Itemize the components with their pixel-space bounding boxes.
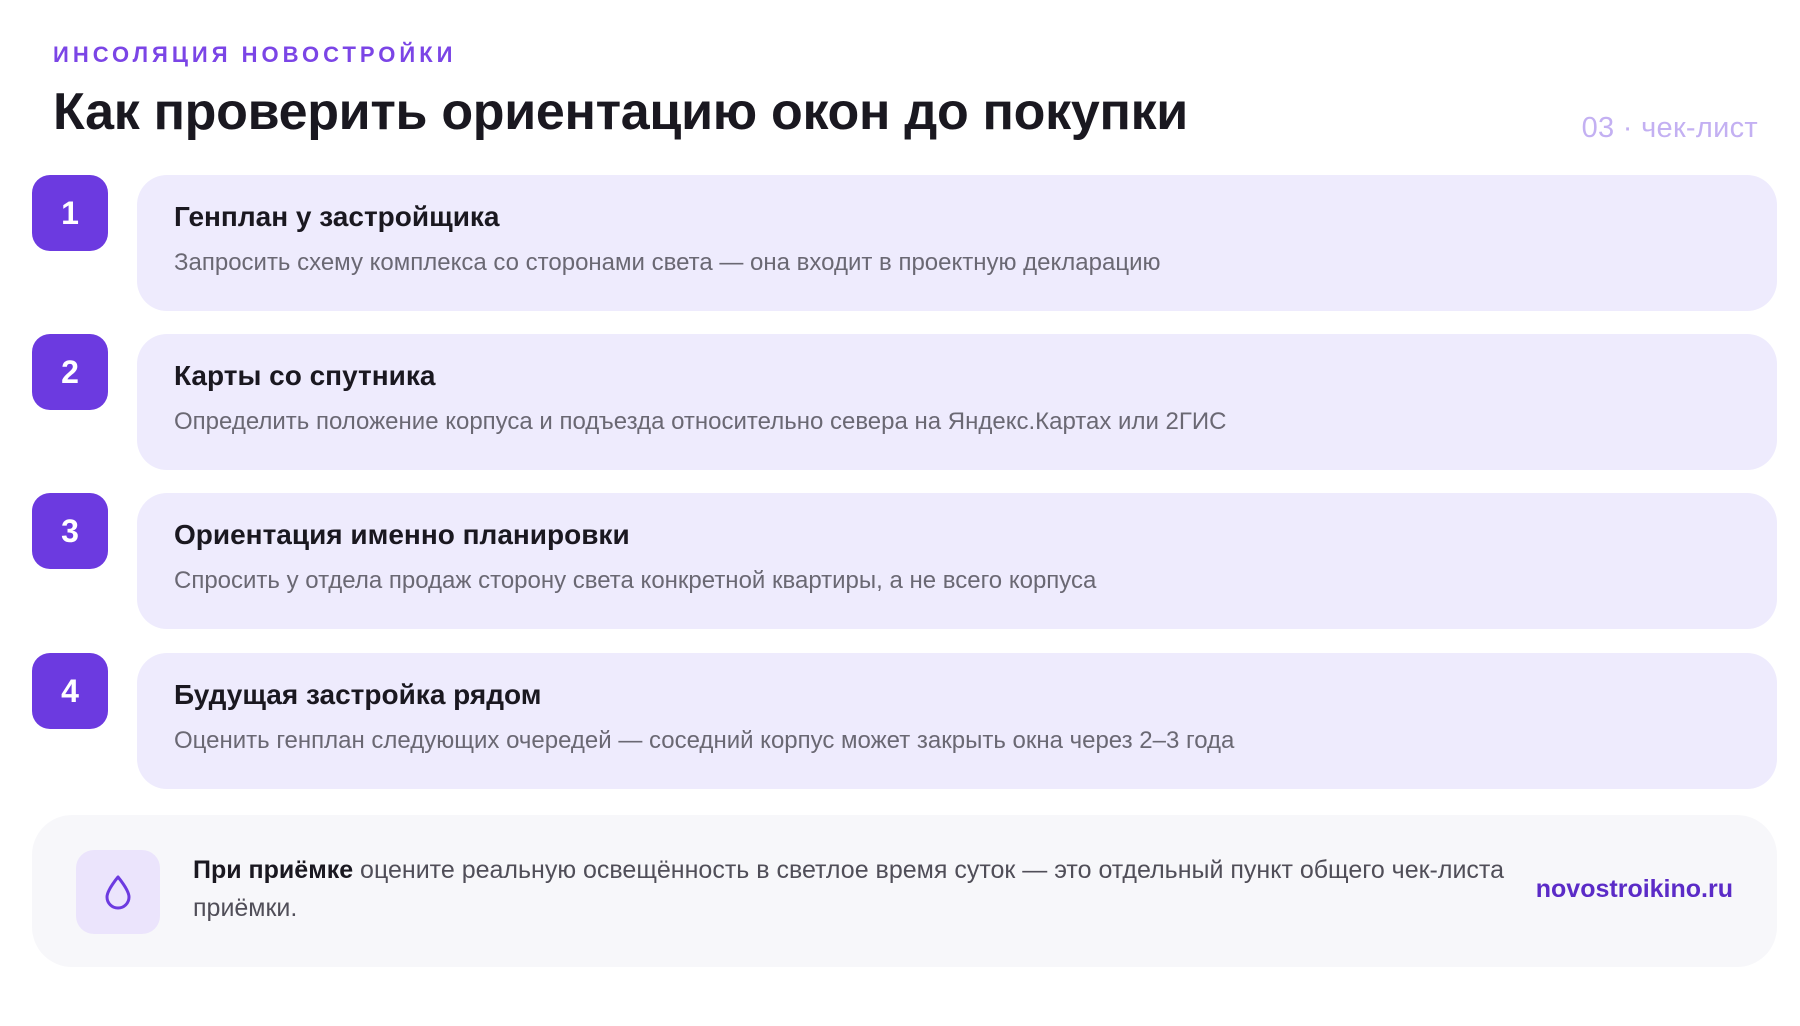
page-tag: 03 · чек-лист: [1581, 112, 1758, 144]
step-card: Карты со спутника Определить положение к…: [137, 334, 1777, 470]
step-description: Оценить генплан следующих очередей — сос…: [174, 727, 1235, 754]
step-title: Будущая застройка рядом: [174, 679, 542, 710]
checklist-step-4: 4 Будущая застройка рядом Оценить генпла…: [32, 653, 1777, 789]
step-card: Генплан у застройщика Запросить схему ко…: [137, 175, 1777, 311]
step-number-badge: 3: [32, 493, 108, 569]
step-card: Будущая застройка рядом Оценить генплан …: [137, 653, 1777, 789]
checklist-step-3: 3 Ориентация именно планировки Спросить …: [32, 493, 1777, 629]
step-description: Запросить схему комплекса со сторонами с…: [174, 249, 1161, 276]
checklist-step-2: 2 Карты со спутника Определить положение…: [32, 334, 1777, 470]
note-lead: При приёмке: [193, 856, 354, 884]
note-text: При приёмке оцените реальную освещённост…: [193, 851, 1523, 927]
checklist-step-1: 1 Генплан у застройщика Запросить схему …: [32, 175, 1777, 311]
step-description: Спросить у отдела продаж сторону света к…: [174, 567, 1097, 594]
step-title: Ориентация именно планировки: [174, 519, 630, 550]
acceptance-note: При приёмке оцените реальную освещённост…: [32, 815, 1777, 967]
step-description: Определить положение корпуса и подъезда …: [174, 408, 1227, 435]
note-body: оцените реальную освещённость в светлое …: [193, 856, 1504, 922]
site-link[interactable]: novostroikino.ru: [1536, 875, 1733, 904]
step-number-badge: 1: [32, 175, 108, 251]
step-card: Ориентация именно планировки Спросить у …: [137, 493, 1777, 629]
step-title: Генплан у застройщика: [174, 201, 500, 232]
step-number-badge: 4: [32, 653, 108, 729]
drop-icon: [76, 850, 160, 934]
step-number-badge: 2: [32, 334, 108, 410]
section-eyebrow: ИНСОЛЯЦИЯ НОВОСТРОЙКИ: [53, 42, 457, 67]
step-title: Карты со спутника: [174, 360, 436, 391]
page-title: Как проверить ориентацию окон до покупки: [53, 83, 1188, 141]
